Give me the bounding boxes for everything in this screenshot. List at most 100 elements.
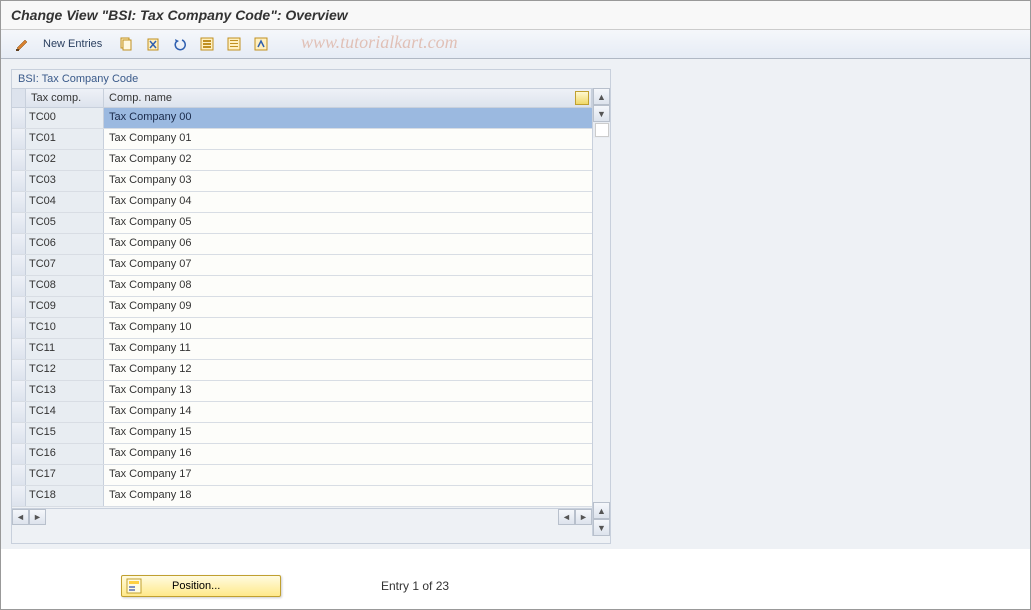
hscroll-left2-icon[interactable]: ◄ [558, 509, 575, 525]
cell-comp-name[interactable]: Tax Company 18 [104, 486, 592, 506]
hscroll-right-icon[interactable]: ► [29, 509, 46, 525]
table-row[interactable]: TC11Tax Company 11 [12, 339, 592, 360]
cell-comp-name[interactable]: Tax Company 11 [104, 339, 592, 359]
row-selector[interactable] [12, 444, 26, 464]
cell-comp-name[interactable]: Tax Company 14 [104, 402, 592, 422]
cell-comp-name[interactable]: Tax Company 05 [104, 213, 592, 233]
table-row[interactable]: TC15Tax Company 15 [12, 423, 592, 444]
row-selector[interactable] [12, 192, 26, 212]
cell-tax-comp[interactable]: TC15 [26, 423, 104, 443]
cell-comp-name[interactable]: Tax Company 00 [104, 108, 592, 128]
column-tax-comp[interactable]: Tax comp. [26, 89, 104, 107]
row-selector[interactable] [12, 339, 26, 359]
column-selector[interactable] [12, 89, 26, 107]
delete-icon[interactable] [141, 34, 165, 54]
undo-change-icon[interactable] [168, 34, 192, 54]
table-row[interactable]: TC00Tax Company 00 [12, 108, 592, 129]
cell-tax-comp[interactable]: TC07 [26, 255, 104, 275]
print-icon[interactable] [249, 34, 273, 54]
vscroll-down-icon[interactable]: ▼ [593, 105, 610, 122]
table-row[interactable]: TC06Tax Company 06 [12, 234, 592, 255]
table-row[interactable]: TC09Tax Company 09 [12, 297, 592, 318]
deselect-all-icon[interactable] [222, 34, 246, 54]
row-selector[interactable] [12, 129, 26, 149]
new-entries-button[interactable]: New Entries [38, 34, 111, 54]
row-selector[interactable] [12, 255, 26, 275]
copy-as-icon[interactable] [114, 34, 138, 54]
position-button[interactable]: Position... [121, 575, 281, 597]
cell-tax-comp[interactable]: TC02 [26, 150, 104, 170]
hscroll-right2-icon[interactable]: ► [575, 509, 592, 525]
column-comp-name[interactable]: Comp. name [104, 89, 592, 107]
vscroll-page-indicator[interactable] [595, 123, 609, 137]
table-row[interactable]: TC12Tax Company 12 [12, 360, 592, 381]
table-row[interactable]: TC17Tax Company 17 [12, 465, 592, 486]
vscroll-up2-icon[interactable]: ▲ [593, 502, 610, 519]
hscroll-track-left[interactable] [46, 509, 518, 525]
row-selector[interactable] [12, 381, 26, 401]
table-row[interactable]: TC08Tax Company 08 [12, 276, 592, 297]
vscroll-track[interactable] [593, 138, 610, 502]
cell-tax-comp[interactable]: TC04 [26, 192, 104, 212]
vscroll-down2-icon[interactable]: ▼ [593, 519, 610, 536]
hscroll-track-right[interactable] [518, 509, 558, 525]
cell-comp-name[interactable]: Tax Company 04 [104, 192, 592, 212]
table-row[interactable]: TC01Tax Company 01 [12, 129, 592, 150]
row-selector[interactable] [12, 486, 26, 506]
cell-tax-comp[interactable]: TC12 [26, 360, 104, 380]
row-selector[interactable] [12, 423, 26, 443]
cell-comp-name[interactable]: Tax Company 12 [104, 360, 592, 380]
cell-comp-name[interactable]: Tax Company 08 [104, 276, 592, 296]
row-selector[interactable] [12, 276, 26, 296]
cell-comp-name[interactable]: Tax Company 02 [104, 150, 592, 170]
table-row[interactable]: TC18Tax Company 18 [12, 486, 592, 507]
cell-comp-name[interactable]: Tax Company 07 [104, 255, 592, 275]
row-selector[interactable] [12, 297, 26, 317]
row-selector[interactable] [12, 360, 26, 380]
table-row[interactable]: TC13Tax Company 13 [12, 381, 592, 402]
table-row[interactable]: TC02Tax Company 02 [12, 150, 592, 171]
row-selector[interactable] [12, 171, 26, 191]
vscroll-up-icon[interactable]: ▲ [593, 88, 610, 105]
row-selector[interactable] [12, 402, 26, 422]
cell-tax-comp[interactable]: TC17 [26, 465, 104, 485]
table-row[interactable]: TC10Tax Company 10 [12, 318, 592, 339]
cell-comp-name[interactable]: Tax Company 10 [104, 318, 592, 338]
cell-tax-comp[interactable]: TC08 [26, 276, 104, 296]
table-row[interactable]: TC14Tax Company 14 [12, 402, 592, 423]
cell-tax-comp[interactable]: TC05 [26, 213, 104, 233]
table-row[interactable]: TC04Tax Company 04 [12, 192, 592, 213]
table-row[interactable]: TC07Tax Company 07 [12, 255, 592, 276]
cell-comp-name[interactable]: Tax Company 09 [104, 297, 592, 317]
cell-tax-comp[interactable]: TC10 [26, 318, 104, 338]
cell-comp-name[interactable]: Tax Company 13 [104, 381, 592, 401]
cell-tax-comp[interactable]: TC11 [26, 339, 104, 359]
table-row[interactable]: TC05Tax Company 05 [12, 213, 592, 234]
cell-comp-name[interactable]: Tax Company 16 [104, 444, 592, 464]
table-settings-icon[interactable] [575, 91, 589, 105]
cell-tax-comp[interactable]: TC18 [26, 486, 104, 506]
cell-comp-name[interactable]: Tax Company 15 [104, 423, 592, 443]
row-selector[interactable] [12, 318, 26, 338]
cell-tax-comp[interactable]: TC16 [26, 444, 104, 464]
cell-comp-name[interactable]: Tax Company 17 [104, 465, 592, 485]
table-row[interactable]: TC16Tax Company 16 [12, 444, 592, 465]
cell-tax-comp[interactable]: TC00 [26, 108, 104, 128]
cell-tax-comp[interactable]: TC06 [26, 234, 104, 254]
cell-tax-comp[interactable]: TC13 [26, 381, 104, 401]
row-selector[interactable] [12, 108, 26, 128]
cell-comp-name[interactable]: Tax Company 03 [104, 171, 592, 191]
row-selector[interactable] [12, 234, 26, 254]
row-selector[interactable] [12, 465, 26, 485]
cell-tax-comp[interactable]: TC14 [26, 402, 104, 422]
table-row[interactable]: TC03Tax Company 03 [12, 171, 592, 192]
cell-comp-name[interactable]: Tax Company 01 [104, 129, 592, 149]
toggle-display-change-icon[interactable] [11, 34, 35, 54]
row-selector[interactable] [12, 213, 26, 233]
cell-tax-comp[interactable]: TC03 [26, 171, 104, 191]
cell-tax-comp[interactable]: TC09 [26, 297, 104, 317]
hscroll-left-icon[interactable]: ◄ [12, 509, 29, 525]
cell-tax-comp[interactable]: TC01 [26, 129, 104, 149]
select-all-icon[interactable] [195, 34, 219, 54]
row-selector[interactable] [12, 150, 26, 170]
